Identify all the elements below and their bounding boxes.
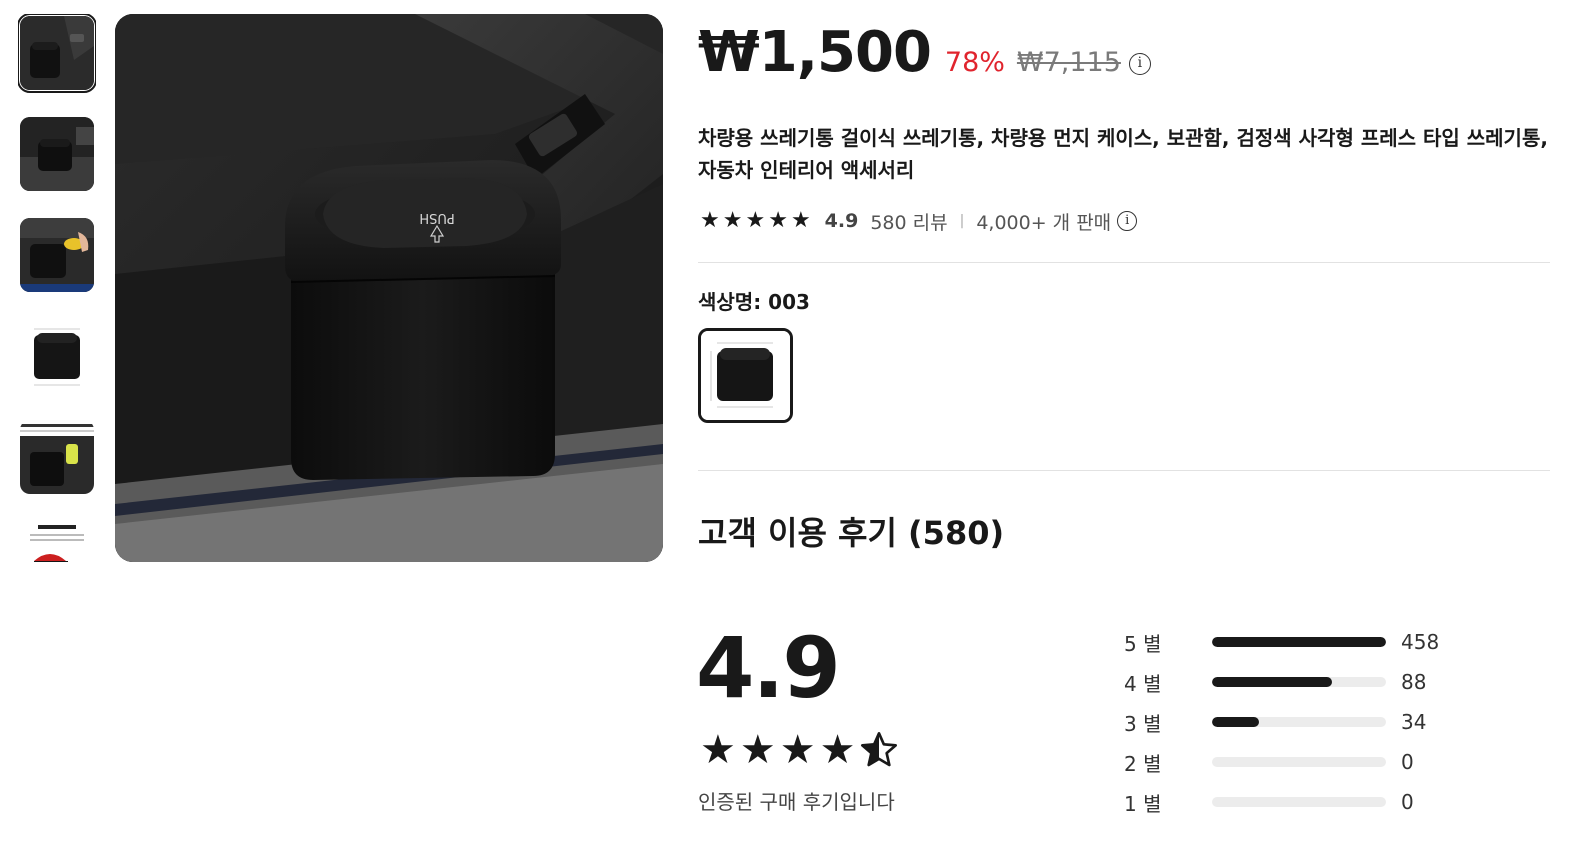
verified-purchase-text: 인증된 구매 후기입니다	[698, 790, 895, 814]
product-info: ₩1,500 78% ₩7,115 i 차량용 쓰레기통 걸이식 쓰레기통, 차…	[698, 20, 1550, 236]
thumbnail-2[interactable]	[20, 117, 94, 191]
push-label: PUSH	[419, 210, 454, 225]
thumbnail-5-image	[20, 420, 94, 494]
distribution-count: 0	[1401, 790, 1414, 814]
distribution-row[interactable]: 2 별 0	[1124, 742, 1464, 782]
rating-summary: ★ ★ ★ ★ ★ 4.9 580 리뷰 | 4,000+ 개 판매 i	[698, 206, 1550, 236]
sold-count: 4,000+ 개 판매	[976, 211, 1112, 234]
average-rating-stars: ★ ★ ★ ★	[700, 728, 899, 772]
distribution-bar-fill	[1212, 637, 1386, 647]
rating-stars: ★ ★ ★ ★ ★	[700, 210, 811, 232]
thumbnail-3-image	[20, 218, 94, 292]
star-icon: ★	[790, 208, 811, 233]
thumbnail-1[interactable]	[18, 14, 96, 93]
distribution-label: 1 별	[1124, 791, 1162, 816]
rating-distribution: 5 별 458 4 별 88 3 별 34 2 별 0 1 별 0	[1124, 622, 1464, 822]
divider	[698, 262, 1550, 263]
distribution-label: 4 별	[1124, 671, 1162, 696]
star-icon: ★	[700, 727, 736, 773]
distribution-row[interactable]: 1 별 0	[1124, 782, 1464, 822]
thumbnail-1-image	[20, 16, 94, 90]
distribution-bar	[1212, 757, 1386, 767]
half-star-icon	[861, 732, 898, 767]
thumbnail-list	[18, 14, 96, 562]
star-icon: ★	[768, 208, 788, 233]
color-label: 색상명: 003	[698, 290, 810, 314]
distribution-row[interactable]: 4 별 88	[1124, 662, 1464, 702]
distribution-label: 2 별	[1124, 751, 1162, 776]
distribution-bar-fill	[1212, 717, 1259, 727]
thumbnail-4-image	[20, 319, 94, 393]
distribution-bar	[1212, 797, 1386, 807]
info-icon[interactable]: i	[1128, 53, 1151, 75]
color-swatch-003[interactable]	[698, 328, 793, 423]
distribution-bar-fill	[1212, 677, 1333, 687]
average-rating: 4.9	[696, 619, 841, 717]
star-icon: ★	[739, 727, 776, 773]
thumbnail-4[interactable]	[20, 319, 94, 393]
distribution-count: 34	[1401, 710, 1427, 734]
thumbnail-3[interactable]	[20, 218, 94, 292]
review-count-link[interactable]: 580 리뷰	[870, 208, 947, 235]
distribution-bar	[1212, 637, 1386, 647]
thumbnail-6[interactable]	[20, 521, 94, 562]
rating-value: 4.9	[824, 210, 859, 232]
distribution-bar	[1212, 677, 1386, 687]
discount-percent: 78%	[944, 47, 1005, 78]
separator: |	[959, 213, 965, 229]
thumbnail-2-image	[20, 117, 94, 191]
star-icon: ★	[745, 208, 766, 233]
thumbnail-5[interactable]	[20, 420, 94, 494]
original-price: ₩7,115	[1016, 47, 1121, 78]
distribution-row[interactable]: 3 별 34	[1124, 702, 1464, 742]
color-swatch-image	[701, 331, 790, 420]
main-product-image[interactable]: PUSH	[115, 14, 663, 562]
main-product-image-graphic: PUSH	[115, 14, 663, 562]
distribution-label: 5 별	[1124, 631, 1162, 656]
reviews-heading: 고객 이용 후기 (580)	[698, 514, 1005, 552]
distribution-label: 3 별	[1124, 711, 1162, 736]
product-title: 차량용 쓰레기통 걸이식 쓰레기통, 차량용 먼지 케이스, 보관함, 검정색 …	[698, 126, 1548, 182]
price-row: ₩1,500 78% ₩7,115 i	[698, 20, 1550, 100]
star-icon: ★	[700, 208, 720, 233]
distribution-count: 88	[1401, 670, 1427, 694]
thumbnail-6-image	[20, 521, 94, 562]
current-price: ₩1,500	[698, 20, 932, 85]
star-icon: ★	[779, 727, 816, 773]
sold-info-icon[interactable]: i	[1117, 211, 1138, 231]
divider	[698, 470, 1550, 471]
distribution-count: 0	[1401, 750, 1414, 774]
star-icon: ★	[722, 208, 743, 233]
distribution-count: 458	[1401, 630, 1440, 654]
distribution-bar	[1212, 717, 1386, 727]
star-icon: ★	[819, 727, 856, 773]
distribution-row[interactable]: 5 별 458	[1124, 622, 1464, 662]
